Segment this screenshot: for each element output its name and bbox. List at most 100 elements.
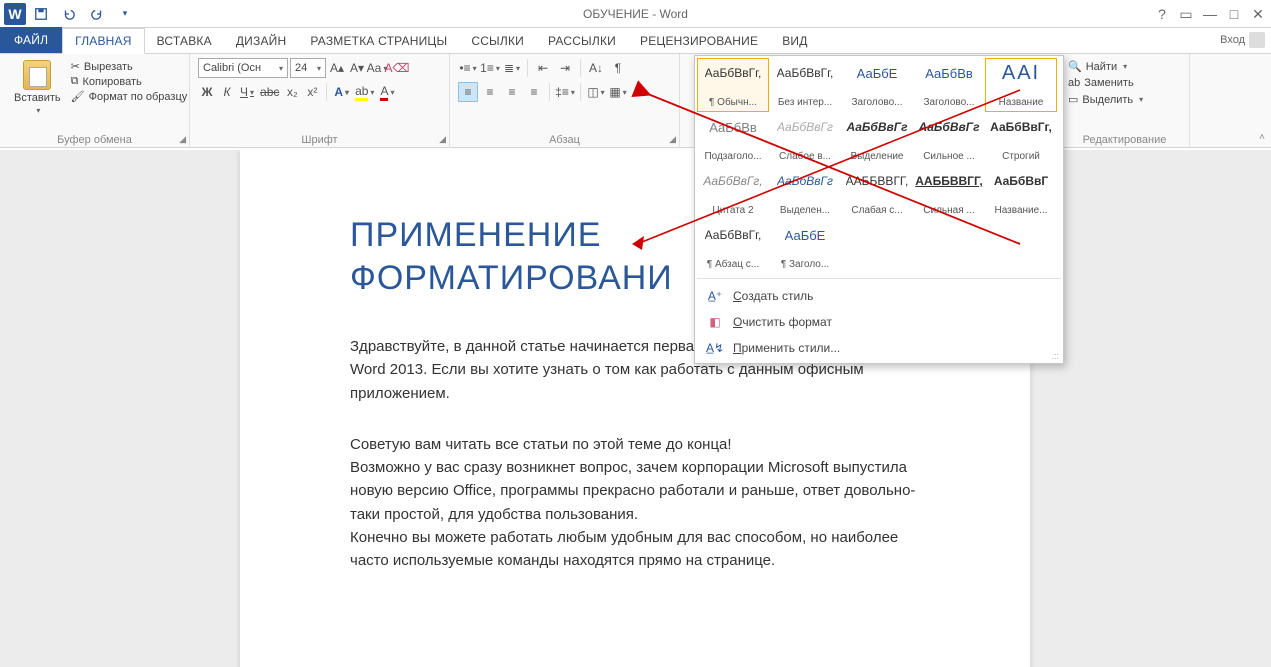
replace-button[interactable]: abЗаменить — [1068, 75, 1181, 91]
increase-indent-icon[interactable]: ⇥ — [555, 58, 575, 78]
paragraph-2[interactable]: Советую вам читать все статьи по этой те… — [350, 433, 920, 573]
justify-icon[interactable]: ≡ — [524, 82, 544, 102]
shrink-font-icon[interactable]: A▾ — [348, 58, 366, 78]
find-label: Найти — [1086, 61, 1117, 73]
style-gallery-item[interactable]: АаБбВвГг,Строгий — [985, 112, 1057, 166]
cut-button[interactable]: ✂Вырезать — [71, 60, 188, 73]
select-button[interactable]: ▭Выделить▾ — [1068, 91, 1181, 108]
clipboard-launcher-icon[interactable]: ◢ — [179, 134, 186, 145]
tab-review[interactable]: РЕЦЕНЗИРОВАНИЕ — [628, 29, 770, 53]
tab-design[interactable]: ДИЗАЙН — [224, 29, 299, 53]
bullets-icon[interactable]: •≡▾ — [458, 58, 478, 78]
decrease-indent-icon[interactable]: ⇤ — [533, 58, 553, 78]
line-spacing-icon[interactable]: ‡≡▾ — [555, 82, 575, 102]
close-icon[interactable]: ✕ — [1249, 6, 1267, 23]
style-name-label: Выделен... — [780, 205, 830, 216]
style-gallery-item[interactable]: АаБбВвГНазвание... — [985, 166, 1057, 220]
style-gallery-item[interactable]: ААББВВГГ,Сильная ... — [913, 166, 985, 220]
style-name-label: Цитата 2 — [712, 205, 753, 216]
grow-font-icon[interactable]: A▴ — [328, 58, 346, 78]
save-icon[interactable] — [28, 3, 54, 25]
strikethrough-button[interactable]: abc — [258, 82, 281, 102]
tab-insert[interactable]: ВСТАВКА — [145, 29, 224, 53]
ribbon-options-icon[interactable]: ▭ — [1177, 6, 1195, 23]
resize-handle-icon[interactable]: .:: — [1051, 351, 1059, 361]
align-right-icon[interactable]: ≡ — [502, 82, 522, 102]
style-preview: ААІ — [1002, 62, 1040, 84]
italic-button[interactable]: К — [218, 82, 236, 102]
style-name-label: Строгий — [1002, 151, 1040, 162]
superscript-button[interactable]: x² — [303, 82, 321, 102]
group-clipboard: Вставить ▾ ✂Вырезать ⧉Копировать 🖌Формат… — [0, 54, 190, 148]
align-left-icon[interactable]: ≡ — [458, 82, 478, 102]
shading-icon[interactable]: ◫▾ — [586, 82, 606, 102]
clear-format-label: Очистить формат — [733, 315, 832, 329]
tab-home[interactable]: ГЛАВНАЯ — [62, 28, 144, 54]
tab-layout[interactable]: РАЗМЕТКА СТРАНИЦЫ — [298, 29, 459, 53]
clear-formatting-icon[interactable]: A⌫ — [388, 58, 406, 78]
align-center-icon[interactable]: ≡ — [480, 82, 500, 102]
create-style-label: Создать стиль — [733, 289, 813, 303]
style-gallery-item[interactable]: АаБбВвГг,¶ Обычн... — [697, 58, 769, 112]
group-editing-label: Редактирование — [1068, 132, 1181, 146]
style-preview: АаБбВвГг, — [777, 62, 834, 84]
paragraph-launcher-icon[interactable]: ◢ — [669, 134, 676, 145]
paste-button[interactable]: Вставить ▾ — [8, 58, 67, 132]
tab-references[interactable]: ССЫЛКИ — [459, 29, 536, 53]
style-preview: АаБбВвГг, — [705, 224, 762, 246]
undo-icon[interactable] — [56, 3, 82, 25]
style-preview: ААББВВГГ, — [846, 170, 909, 192]
text-effects-icon[interactable]: A▾ — [332, 82, 351, 102]
format-painter-button[interactable]: 🖌Формат по образцу — [71, 90, 188, 103]
highlight-color-icon[interactable]: ab▾ — [353, 82, 376, 102]
underline-button[interactable]: Ч▾ — [238, 82, 256, 102]
style-gallery-item[interactable]: АаБбВвГг,¶ Абзац с... — [697, 220, 769, 274]
cut-label: Вырезать — [84, 61, 133, 73]
copy-button[interactable]: ⧉Копировать — [71, 75, 188, 88]
bold-button[interactable]: Ж — [198, 82, 216, 102]
font-color-icon[interactable]: A▾ — [378, 82, 396, 102]
clear-format-button[interactable]: ◧ Очистить формат — [697, 309, 1061, 335]
font-size-combo[interactable]: 24▾ — [290, 58, 326, 78]
style-gallery-item[interactable]: АаБбЕЗаголово... — [841, 58, 913, 112]
create-style-button[interactable]: A̲⁺ Создать стиль — [697, 283, 1061, 309]
borders-icon[interactable]: ▦▾ — [608, 82, 628, 102]
style-gallery-item[interactable]: АаБбВвПодзаголо... — [697, 112, 769, 166]
tab-view[interactable]: ВИД — [770, 29, 819, 53]
sort-icon[interactable]: A↓ — [586, 58, 606, 78]
style-gallery-item[interactable]: АаБбВвЗаголово... — [913, 58, 985, 112]
style-preview: АаБбВвГг, — [703, 170, 762, 192]
style-gallery-item[interactable]: АаБбВвГгВыделение — [841, 112, 913, 166]
tab-mailings[interactable]: РАССЫЛКИ — [536, 29, 628, 53]
window-title: ОБУЧЕНИЕ - Word — [583, 7, 688, 21]
style-gallery-item[interactable]: ААББВВГГ,Слабая с... — [841, 166, 913, 220]
help-icon[interactable]: ? — [1153, 6, 1171, 22]
multilevel-list-icon[interactable]: ≣▾ — [502, 58, 522, 78]
subscript-button[interactable]: x₂ — [283, 82, 301, 102]
style-gallery-item[interactable]: АаБбВвГг, Цитата 2 — [697, 166, 769, 220]
find-button[interactable]: 🔍Найти▾ — [1068, 58, 1181, 75]
show-hide-icon[interactable]: ¶ — [608, 58, 628, 78]
font-launcher-icon[interactable]: ◢ — [439, 134, 446, 145]
qat-dropdown-icon[interactable]: ▾ — [112, 3, 138, 25]
collapse-ribbon-icon[interactable]: ˄ — [1259, 132, 1265, 143]
maximize-icon[interactable]: □ — [1225, 6, 1243, 22]
style-gallery-item[interactable]: АаБбВвГгСильное ... — [913, 112, 985, 166]
style-name-label: Сильное ... — [923, 151, 975, 162]
style-gallery-item[interactable]: АаБбВвГгСлабое в... — [769, 112, 841, 166]
apply-styles-button[interactable]: A̲↯ Применить стили... — [697, 335, 1061, 361]
style-gallery-item[interactable]: ААІНазвание — [985, 58, 1057, 112]
numbering-icon[interactable]: 1≡▾ — [480, 58, 500, 78]
style-preview: АаБбЕ — [857, 62, 898, 84]
redo-icon[interactable] — [84, 3, 110, 25]
style-gallery-item[interactable]: АаБбЕ¶ Заголо... — [769, 220, 841, 274]
font-name-combo[interactable]: Calibri (Осн▾ — [198, 58, 288, 78]
change-case-icon[interactable]: Aa▾ — [368, 58, 386, 78]
style-gallery-item[interactable]: АаБбВвГгВыделен... — [769, 166, 841, 220]
minimize-icon[interactable]: — — [1201, 6, 1219, 22]
chevron-down-icon: ▾ — [317, 64, 321, 73]
style-gallery-item[interactable]: АаБбВвГг,Без интер... — [769, 58, 841, 112]
login-area[interactable]: Вход — [1220, 32, 1265, 48]
replace-icon: ab — [1068, 77, 1080, 89]
tab-file[interactable]: ФАЙЛ — [0, 27, 62, 53]
